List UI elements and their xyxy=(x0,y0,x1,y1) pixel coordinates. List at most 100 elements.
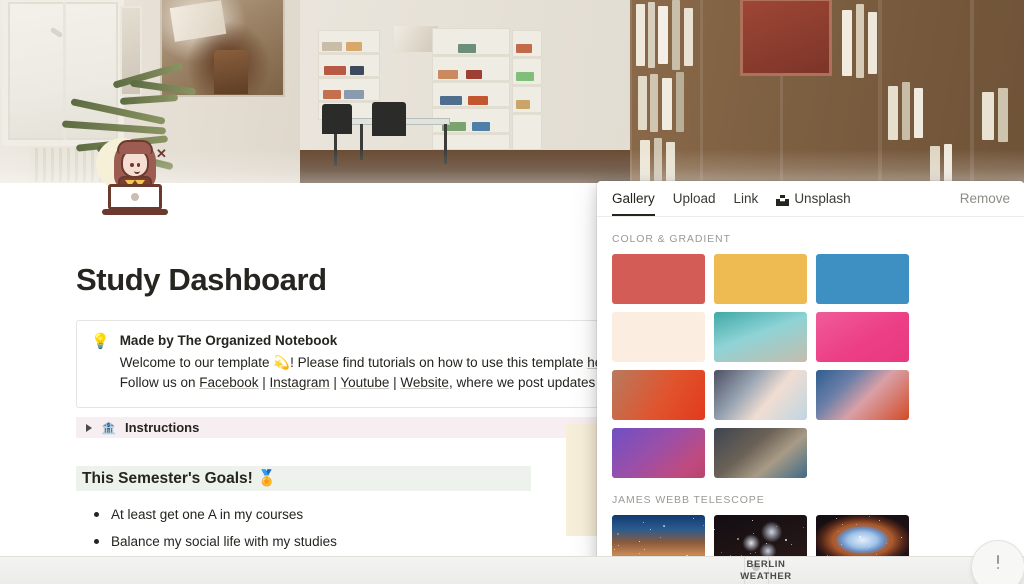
star-dot xyxy=(868,515,870,517)
modal-body[interactable]: COLOR & GRADIENT JAMES WEBB TELESCOPE NA… xyxy=(597,217,1024,569)
sep-3: | xyxy=(389,375,401,390)
callout-line1-text-b: ! Please find tutorials on how to use th… xyxy=(290,355,588,370)
star-dot xyxy=(721,552,723,554)
sparkle-x-icon: ✕ xyxy=(156,146,167,161)
group-label-james-webb: JAMES WEBB TELESCOPE xyxy=(612,494,765,506)
swatch-pink-gradient[interactable] xyxy=(816,312,909,362)
heading-semester-goals[interactable]: This Semester's Goals! 🏅 xyxy=(76,466,531,491)
swatch-blue[interactable] xyxy=(816,254,909,304)
sep-1: | xyxy=(258,375,270,390)
callout-line1-text-a: Welcome to our template xyxy=(119,355,274,370)
list-item-label: Balance my social life with my studies xyxy=(111,534,337,549)
star-dot xyxy=(639,541,641,543)
link-website[interactable]: Website xyxy=(400,375,449,390)
sep-2: | xyxy=(329,375,341,390)
laptop-screen-dot xyxy=(131,193,139,201)
swatch-teal-gradient[interactable] xyxy=(714,312,807,362)
link-youtube[interactable]: Youtube xyxy=(340,375,389,390)
chevron-right-icon[interactable] xyxy=(86,423,92,432)
link-facebook[interactable]: Facebook xyxy=(199,375,258,390)
star-dot xyxy=(617,544,619,546)
swatch-orange-gradient[interactable] xyxy=(612,370,705,420)
cover-shelf-c xyxy=(512,30,542,150)
callout-line-1: Welcome to our template 💫! Please find t… xyxy=(119,353,628,373)
laptop-base xyxy=(102,209,168,215)
tab-unsplash[interactable]: Unsplash xyxy=(776,181,851,216)
page-icon-girl-at-laptop[interactable]: ✕ xyxy=(96,136,174,218)
star-dot xyxy=(753,532,755,534)
lightbulb-icon: 💡 xyxy=(91,333,110,350)
star-dot xyxy=(802,527,804,529)
star-dot xyxy=(714,528,716,530)
tab-link-label: Link xyxy=(733,191,759,206)
tab-gallery[interactable]: Gallery xyxy=(612,181,655,216)
star-dot xyxy=(736,538,739,541)
star-dot xyxy=(859,535,862,538)
tab-gallery-label: Gallery xyxy=(612,191,655,206)
weather-label: WEATHER xyxy=(740,571,792,582)
star-dot xyxy=(642,522,644,524)
cover-red-book xyxy=(740,0,832,76)
star-dot xyxy=(702,525,704,527)
modal-header: Gallery Upload Link Unsplash Remove xyxy=(597,181,1024,217)
unsplash-icon xyxy=(776,194,790,206)
window-handle-icon xyxy=(49,26,64,39)
sparkle-emoji: 💫 xyxy=(273,355,291,370)
star-dot xyxy=(841,544,843,546)
modal-tabs: Gallery Upload Link Unsplash xyxy=(612,181,851,216)
notion-page-window: ✕ Study Dashboard 💡 Made by The Organize… xyxy=(0,0,1024,584)
star-dot xyxy=(617,533,620,536)
star-dot xyxy=(693,518,695,520)
star-dot xyxy=(752,520,754,522)
swatch-yellow[interactable] xyxy=(714,254,807,304)
weather-city: BERLIN xyxy=(746,559,786,570)
bullet-dot xyxy=(94,539,99,544)
callout-body: Made by The Organized Notebook Welcome t… xyxy=(119,333,628,393)
star-dot xyxy=(841,523,843,525)
laptop-screen xyxy=(108,184,162,210)
star-dot xyxy=(775,526,777,528)
help-button[interactable] xyxy=(972,541,1024,584)
star-dot xyxy=(644,549,646,551)
girl-eye-right xyxy=(136,163,140,167)
star-dot xyxy=(649,529,651,531)
star-dot xyxy=(755,552,757,554)
star-dot xyxy=(659,536,661,538)
star-dot xyxy=(784,539,787,542)
swatch-violet-gradient[interactable] xyxy=(612,428,705,478)
callout-line-2: Follow us on Facebook | Instagram | Yout… xyxy=(119,373,628,393)
callout-block[interactable]: 💡 Made by The Organized Notebook Welcome… xyxy=(76,320,629,408)
toggle-instructions-label: Instructions xyxy=(124,420,200,435)
color-gradient-grid xyxy=(612,254,1009,478)
star-dot xyxy=(614,549,616,551)
toggle-instructions[interactable]: 🏦 Instructions xyxy=(76,417,629,438)
star-dot xyxy=(879,520,881,522)
swatch-red[interactable] xyxy=(612,254,705,304)
tab-upload[interactable]: Upload xyxy=(673,181,716,216)
star-dot xyxy=(749,552,751,554)
tab-link[interactable]: Link xyxy=(734,181,759,216)
star-dot xyxy=(791,543,793,545)
girl-hair-fringe xyxy=(117,140,153,154)
swatch-slate-gradient[interactable] xyxy=(714,428,807,478)
remove-button[interactable]: Remove xyxy=(960,191,1010,206)
star-dot xyxy=(876,554,878,556)
bank-icon: 🏦 xyxy=(101,420,116,435)
star-dot xyxy=(664,526,666,528)
swatch-dusk-gradient[interactable] xyxy=(714,370,807,420)
cover-chair-left xyxy=(322,104,352,134)
list-item-label: At least get one A in my courses xyxy=(111,507,304,522)
callout-line2-text-a: Follow us on xyxy=(119,375,200,390)
weather-widget[interactable]: BERLIN WEATHER xyxy=(718,559,814,583)
swatch-sunset-gradient[interactable] xyxy=(816,370,909,420)
tab-unsplash-label: Unsplash xyxy=(794,191,851,206)
star-dot xyxy=(835,518,837,520)
image-picker-modal: Gallery Upload Link Unsplash Remove COLO… xyxy=(597,181,1024,569)
star-dot xyxy=(885,543,887,545)
swatch-cream[interactable] xyxy=(612,312,705,362)
star-dot xyxy=(856,523,858,525)
link-instagram[interactable]: Instagram xyxy=(270,375,330,390)
group-label-color-gradient: COLOR & GRADIENT xyxy=(612,233,731,245)
girl-eye-left xyxy=(130,163,134,167)
tab-upload-label: Upload xyxy=(672,191,716,206)
